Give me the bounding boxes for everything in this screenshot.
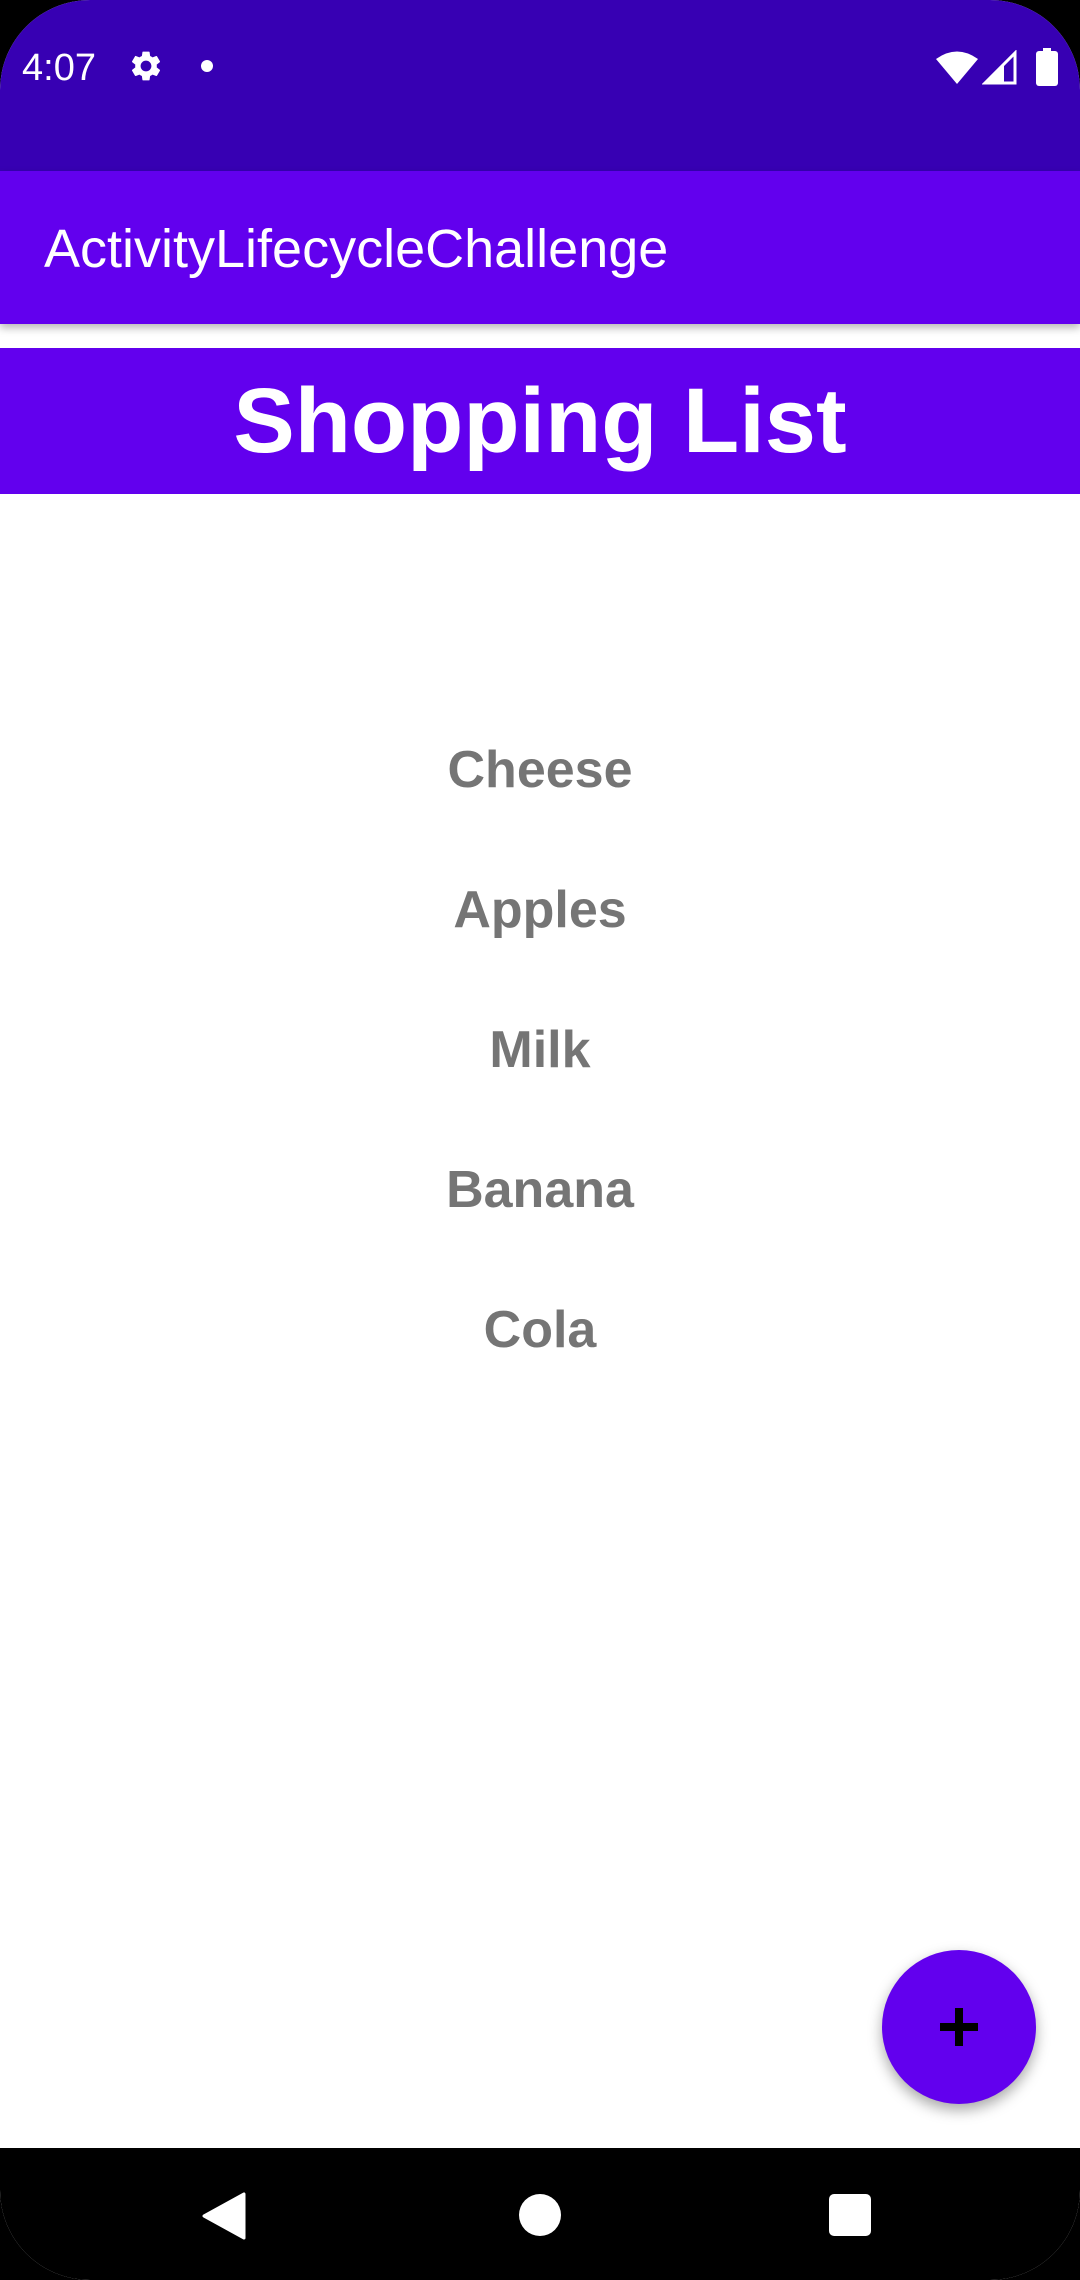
back-icon[interactable] bbox=[202, 2192, 246, 2240]
status-time: 4:07 bbox=[22, 47, 96, 89]
signal-icon bbox=[982, 50, 1017, 85]
wifi-icon bbox=[936, 51, 978, 84]
add-item-button[interactable] bbox=[882, 1950, 1036, 2104]
list-item: Milk bbox=[489, 1021, 591, 1079]
shopping-list-header: Shopping List bbox=[0, 348, 1080, 494]
shopping-list: Cheese Apples Milk Banana Cola bbox=[0, 700, 1080, 1400]
recents-icon[interactable] bbox=[829, 2194, 871, 2236]
list-item: Cheese bbox=[447, 741, 633, 799]
notification-dot-icon bbox=[201, 60, 213, 72]
phone-screen: 4:07 ActivityLifecycleChallenge Shopping… bbox=[0, 0, 1080, 2280]
list-item: Apples bbox=[453, 881, 627, 939]
list-item: Cola bbox=[483, 1301, 597, 1359]
navigation-bar bbox=[0, 2148, 1080, 2280]
home-icon[interactable] bbox=[519, 2194, 561, 2236]
app-bar: ActivityLifecycleChallenge bbox=[0, 171, 1080, 324]
shopping-list-title: Shopping List bbox=[233, 370, 847, 472]
list-item: Banana bbox=[446, 1161, 634, 1219]
gear-icon bbox=[131, 51, 161, 81]
app-title: ActivityLifecycleChallenge bbox=[44, 219, 669, 279]
status-bar: 4:07 bbox=[0, 0, 1080, 171]
plus-icon bbox=[940, 2008, 978, 2046]
battery-icon bbox=[1036, 48, 1058, 86]
